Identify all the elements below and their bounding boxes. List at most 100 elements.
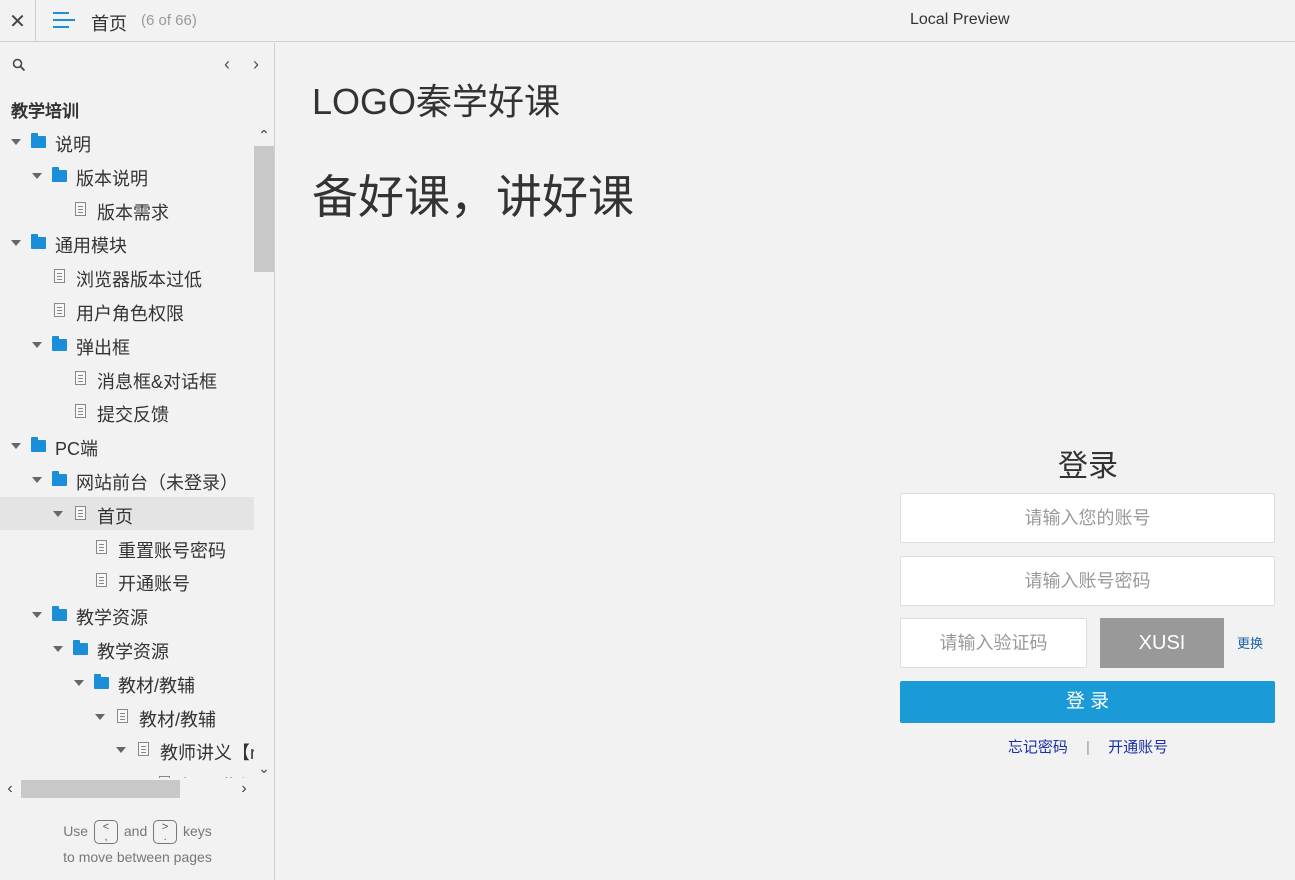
expand-caret-icon[interactable] [11,240,21,247]
page-count: (6 of 66) [141,12,197,29]
tree-item[interactable]: 提交反馈 [0,395,254,428]
expand-caret-icon[interactable] [95,713,105,720]
page-icon [75,370,86,385]
tree-item-label: 教材/教辅 [139,709,217,730]
tree-item[interactable]: 网站前台（未登录） [0,463,254,496]
next-page-button[interactable]: › [248,55,264,73]
tree-item-label: 弹出框 [76,337,130,358]
close-button[interactable]: ✕ [0,0,36,42]
tree-item-label: 网站前台（未登录） [76,473,238,493]
tree-item[interactable]: 浏览器版本过低 [0,260,254,293]
scroll-right-icon[interactable]: › [234,778,254,800]
page-icon [96,573,107,588]
page-icon [117,708,128,723]
tree-item[interactable]: 版本说明 [0,159,254,192]
page-icon [138,742,149,757]
link-separator: | [1086,739,1090,756]
tree-item[interactable]: 开通账号 [0,564,254,597]
tree-item[interactable]: 首页 [0,496,254,530]
vertical-scroll-thumb[interactable] [254,146,274,272]
horizontal-scroll-thumb[interactable] [21,780,180,798]
tree-item[interactable]: 教材/教辅 [0,666,254,699]
tree-item[interactable]: 说明 [0,125,254,158]
tree-item[interactable]: 版本需求 [0,193,254,226]
scroll-left-icon[interactable]: ‹ [0,778,20,800]
tree-item-label: 教师讲义【r [160,743,254,764]
captcha-input[interactable]: 请输入验证码 [900,618,1087,668]
tree-item[interactable]: 教学资源 [0,632,254,665]
expand-caret-icon[interactable] [53,646,63,652]
top-bar: ✕ 首页 (6 of 66) Local Preview [0,0,1295,42]
change-captcha-link[interactable]: 更换 [1237,633,1263,652]
tree-item-label: 消息框&对话框 [97,371,218,392]
hamburger-menu-icon[interactable] [53,10,75,30]
site-logo: LOGO秦学好课 [312,81,561,122]
tree-item-label: 浏览器版本过低 [76,270,202,291]
folder-icon [31,437,46,453]
tree-item[interactable]: PC端 [0,429,254,462]
expand-caret-icon[interactable] [32,341,42,348]
page-title: 首页 [91,14,127,34]
login-links: 忘记密码 | 开通账号 [900,736,1276,757]
expand-caret-icon[interactable] [116,747,126,754]
tree-item[interactable]: 教材/教辅 [0,700,254,733]
tree-item-label: 版本说明 [76,168,148,189]
login-button[interactable]: 登 录 [900,681,1275,723]
expand-caret-icon[interactable] [74,679,84,686]
tree-item-label: 用户角色权限 [76,304,184,324]
tree-item-label: 重置账号密码 [118,540,226,561]
project-name: 教学培训 [11,102,79,121]
hint-and: and [123,823,148,839]
folder-icon [52,335,67,351]
tree-item-label: 教材/教辅 [118,675,196,696]
previous-page-button[interactable]: ‹ [219,55,235,73]
tree-item-label: 教学资源 [76,608,148,629]
tree-item[interactable]: 消息框&对话框 [0,362,254,395]
expand-caret-icon[interactable] [32,612,42,619]
captcha-image[interactable]: XUSI [1100,618,1224,668]
search-icon[interactable] [12,58,26,72]
tree-item[interactable]: 用户角色权限 [0,294,254,327]
folder-icon [52,471,67,486]
prev-key-icon: < , [93,820,118,845]
page-icon [54,303,65,317]
preview-label: Local Preview [910,11,1010,28]
expand-caret-icon[interactable] [32,477,42,483]
expand-caret-icon[interactable] [53,510,63,517]
scroll-down-icon[interactable]: ⌄ [254,758,274,778]
preview-area: LOGO秦学好课 备好课，讲好课 登录 请输入您的账号 请输入账号密码 请输入验… [288,43,1295,880]
expand-caret-icon[interactable] [11,443,21,450]
tree-item[interactable]: 弹出框 [0,328,254,361]
tree-item[interactable]: 打印讲义 [0,767,254,778]
page-icon [54,269,65,284]
tree-item-label: 说明 [55,135,91,155]
horizontal-scrollbar[interactable]: ‹ › [0,778,254,800]
page-icon [75,404,86,419]
login-title: 登录 [1058,450,1118,483]
sidebar: ‹ › 教学培训 说明版本说明版本需求通用模块浏览器版本过低 用户角色权限 弹出框消… [0,43,275,880]
forgot-password-link[interactable]: 忘记密码 [1008,739,1068,756]
tree-item-label: 首页 [97,506,133,527]
page-icon [75,505,86,520]
hint-line2: to move between pages [63,849,212,866]
tree-item-label: 开通账号 [118,574,190,595]
tree-item[interactable]: 教师讲义【r [0,733,254,766]
folder-icon [73,640,88,655]
vertical-scrollbar[interactable]: ⌃ ⌄ [254,125,274,778]
slogan: 备好课，讲好课 [312,171,634,223]
tree-item[interactable]: 重置账号密码 [0,531,254,564]
expand-caret-icon[interactable] [32,172,42,179]
close-icon: ✕ [9,10,26,33]
tree-item-label: 版本需求 [97,202,169,223]
folder-icon [52,606,67,622]
password-input[interactable]: 请输入账号密码 [900,556,1275,606]
expand-caret-icon[interactable] [11,139,21,145]
scroll-up-icon[interactable]: ⌃ [254,125,274,145]
username-input[interactable]: 请输入您的账号 [900,493,1275,543]
tree-item-label: 教学资源 [97,642,169,662]
tree-item[interactable]: 教学资源 [0,598,254,631]
tree-item-label: 通用模块 [55,236,127,257]
register-link[interactable]: 开通账号 [1108,739,1168,756]
tree-item[interactable]: 通用模块 [0,226,254,259]
page-icon [75,201,86,216]
